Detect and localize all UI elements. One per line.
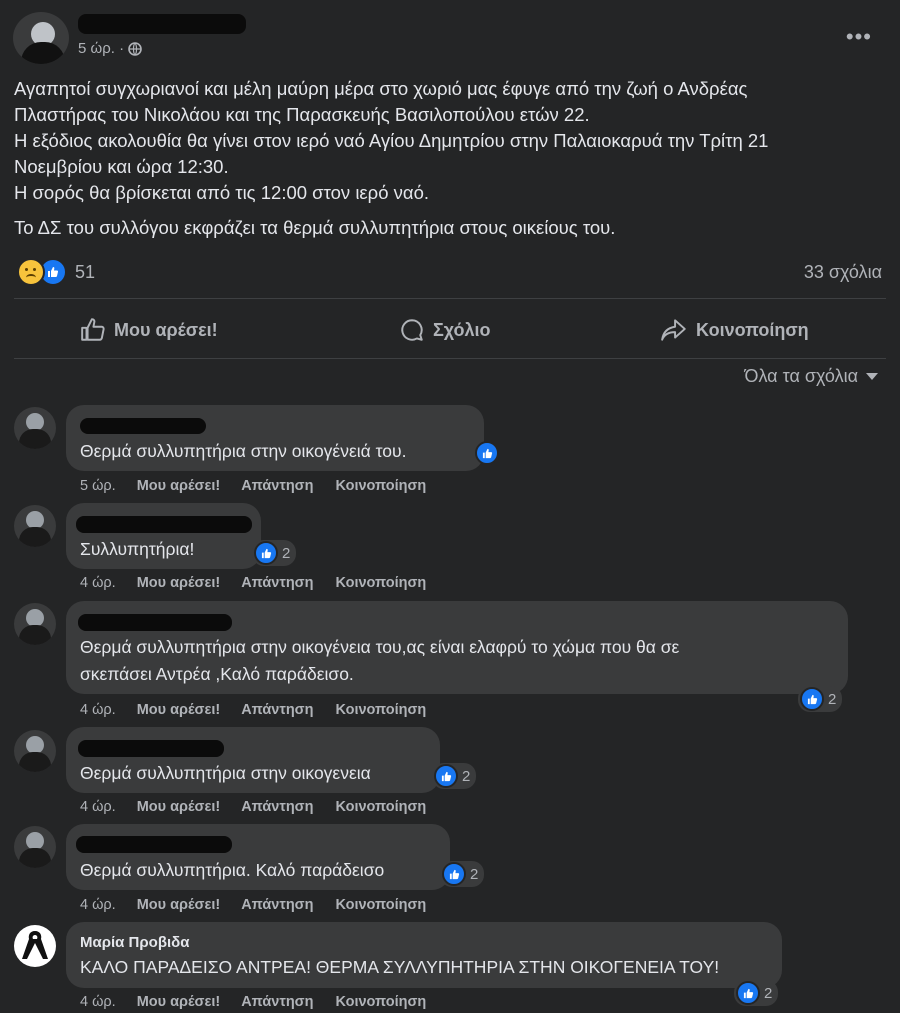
- comment-4-text: Θερμά συλλυπητήρια στην οικογενεια: [80, 763, 371, 783]
- share-button-label: Κοινοποίηση: [696, 319, 809, 340]
- comment-4-like-link[interactable]: Μου αρέσει!: [137, 799, 221, 815]
- comment-3-time[interactable]: 4 ώρ.: [80, 702, 116, 718]
- comments-filter-label: Όλα τα σχόλια: [744, 366, 858, 386]
- comment-4-reply-link[interactable]: Απάντηση: [241, 799, 313, 815]
- redacted-commenter-name: [76, 516, 252, 533]
- redacted-commenter-name: [78, 740, 224, 757]
- comment-5-reactions[interactable]: 2: [440, 861, 485, 887]
- comment-5-avatar[interactable]: [14, 826, 56, 868]
- comments-filter-dropdown[interactable]: Όλα τα σχόλια: [745, 366, 878, 387]
- comment-4-meta: 4 ώρ. Μου αρέσει! Απάντηση Κοινοποίηση: [80, 799, 426, 815]
- comment-5-reply-link[interactable]: Απάντηση: [241, 897, 313, 913]
- like-icon: [800, 687, 824, 711]
- comment-3-share-link[interactable]: Κοινοποίηση: [335, 702, 426, 718]
- like-icon: [254, 541, 278, 565]
- redacted-commenter-name: [76, 836, 232, 853]
- comment-6-like-link[interactable]: Μου αρέσει!: [137, 994, 221, 1010]
- reaction-summary[interactable]: 51: [17, 258, 95, 286]
- comment-1-meta: 5 ώρ. Μου αρέσει! Απάντηση Κοινοποίηση: [80, 478, 426, 494]
- comment-4-time[interactable]: 4 ώρ.: [80, 799, 116, 815]
- comment-5-like-count: 2: [470, 865, 479, 883]
- redacted-author-name: [78, 14, 246, 34]
- comment-3-text-line-2: σκεπάσει Αντρέα ,Καλό παράδεισο.: [80, 664, 354, 684]
- comment-6-share-link[interactable]: Κοινοποίηση: [335, 994, 426, 1010]
- globe-icon: [128, 41, 142, 56]
- comment-2-like-count: 2: [282, 544, 291, 562]
- comments-count-link[interactable]: 33 σχόλια: [804, 262, 882, 283]
- comment-2-reply-link[interactable]: Απάντηση: [241, 575, 313, 591]
- comment-2-text: Συλλυπητήρια!: [80, 539, 195, 559]
- comment-1-text: Θερμά συλλυπητήρια στην οικογένειά του.: [80, 441, 407, 461]
- comment-1-like-link[interactable]: Μου αρέσει!: [137, 478, 221, 494]
- like-icon: [442, 862, 466, 886]
- post-line-4: Νοεμβρίου και ώρα 12:30.: [14, 156, 229, 177]
- redacted-commenter-name: [78, 614, 232, 631]
- more-options-button[interactable]: •••: [846, 24, 872, 50]
- comment-button[interactable]: Σχόλιο: [399, 313, 491, 347]
- post-line-3: Η εξόδιος ακολουθία θα γίνει στον ιερό ν…: [14, 130, 769, 151]
- comment-3-avatar[interactable]: [14, 603, 56, 645]
- comment-2-like-link[interactable]: Μου αρέσει!: [137, 575, 221, 591]
- comment-6-like-count: 2: [764, 984, 773, 1002]
- thumbs-up-icon: [81, 318, 105, 341]
- share-icon: [661, 319, 686, 341]
- like-icon: [434, 764, 458, 788]
- like-button[interactable]: Μου αρέσει!: [80, 313, 218, 347]
- comment-3-like-count: 2: [828, 690, 837, 708]
- comment-2-share-link[interactable]: Κοινοποίηση: [335, 575, 426, 591]
- like-icon: [736, 981, 760, 1005]
- comment-3-text-line-1: Θερμά συλλυπητήρια στην οικογένεια του,α…: [80, 637, 680, 657]
- comment-2-time[interactable]: 4 ώρ.: [80, 575, 116, 591]
- divider-top: [14, 298, 886, 299]
- comment-4-reactions[interactable]: 2: [432, 763, 477, 789]
- comment-2-meta: 4 ώρ. Μου αρέσει! Απάντηση Κοινοποίηση: [80, 575, 426, 591]
- comment-5-like-link[interactable]: Μου αρέσει!: [137, 897, 221, 913]
- comment-6-meta: 4 ώρ. Μου αρέσει! Απάντηση Κοινοποίηση: [80, 994, 426, 1010]
- comment-3-reactions[interactable]: 2: [798, 686, 843, 712]
- post-line-2: Πλαστήρας του Νικολάου και της Παρασκευή…: [14, 104, 590, 125]
- reaction-count: 51: [75, 261, 96, 282]
- post-timestamp[interactable]: 5 ώρ. ·: [78, 40, 142, 57]
- divider-bottom: [14, 358, 886, 359]
- comment-1-avatar[interactable]: [14, 407, 56, 449]
- comment-4-like-count: 2: [462, 767, 471, 785]
- post-line-5: Η σορός θα βρίσκεται από τις 12:00 στον …: [14, 182, 430, 203]
- comment-5-time[interactable]: 4 ώρ.: [80, 897, 116, 913]
- comment-1-time[interactable]: 5 ώρ.: [80, 478, 116, 494]
- sad-reaction-icon: [17, 258, 45, 286]
- comment-1-reply-link[interactable]: Απάντηση: [241, 478, 313, 494]
- comment-5-share-link[interactable]: Κοινοποίηση: [335, 897, 426, 913]
- comment-3-reply-link[interactable]: Απάντηση: [241, 702, 313, 718]
- comment-2-avatar[interactable]: [14, 505, 56, 547]
- post-line-1: Αγαπητοί συγχωριανοί και μέλη μαύρη μέρα…: [14, 78, 748, 99]
- comment-6-reply-link[interactable]: Απάντηση: [241, 994, 313, 1010]
- comment-2-reactions[interactable]: 2: [252, 540, 297, 566]
- comment-3-like-link[interactable]: Μου αρέσει!: [137, 702, 221, 718]
- comment-6-avatar[interactable]: [14, 925, 56, 967]
- comment-5-text: Θερμά συλλυπητήρια. Καλό παράδεισο: [80, 860, 385, 880]
- caret-down-icon: [866, 373, 878, 380]
- comment-5-meta: 4 ώρ. Μου αρέσει! Απάντηση Κοινοποίηση: [80, 897, 426, 913]
- share-button[interactable]: Κοινοποίηση: [660, 313, 809, 347]
- comment-6-author-name[interactable]: Μαρία Προβιδα: [80, 934, 189, 951]
- post-body: Αγαπητοί συγχωριανοί και μέλη μαύρη μέρα…: [14, 76, 886, 241]
- comment-6-text: ΚΑΛΟ ΠΑΡΑΔΕΙΣΟ ΑΝΤΡΕΑ! ΘΕΡΜΑ ΣΥΛΛΥΠΗΤΗΡΙ…: [80, 957, 720, 977]
- comment-6-reactions[interactable]: 2: [734, 980, 779, 1006]
- post-author-avatar[interactable]: [13, 12, 69, 64]
- comment-4-avatar[interactable]: [14, 730, 56, 772]
- like-button-label: Μου αρέσει!: [114, 319, 218, 340]
- comment-3-meta: 4 ώρ. Μου αρέσει! Απάντηση Κοινοποίηση: [80, 702, 426, 718]
- comment-1-like-icon: [475, 441, 499, 465]
- redacted-commenter-name: [80, 418, 206, 434]
- comment-6-time[interactable]: 4 ώρ.: [80, 994, 116, 1010]
- comment-button-label: Σχόλιο: [433, 319, 491, 340]
- comment-icon: [401, 319, 423, 341]
- post-closing-line: Το ΔΣ του συλλόγου εκφράζει τα θερμά συλ…: [14, 217, 616, 238]
- comment-4-share-link[interactable]: Κοινοποίηση: [335, 799, 426, 815]
- comment-1-share-link[interactable]: Κοινοποίηση: [335, 478, 426, 494]
- post-time-text: 5 ώρ. ·: [78, 40, 125, 57]
- mourning-ribbon-icon: [22, 931, 48, 959]
